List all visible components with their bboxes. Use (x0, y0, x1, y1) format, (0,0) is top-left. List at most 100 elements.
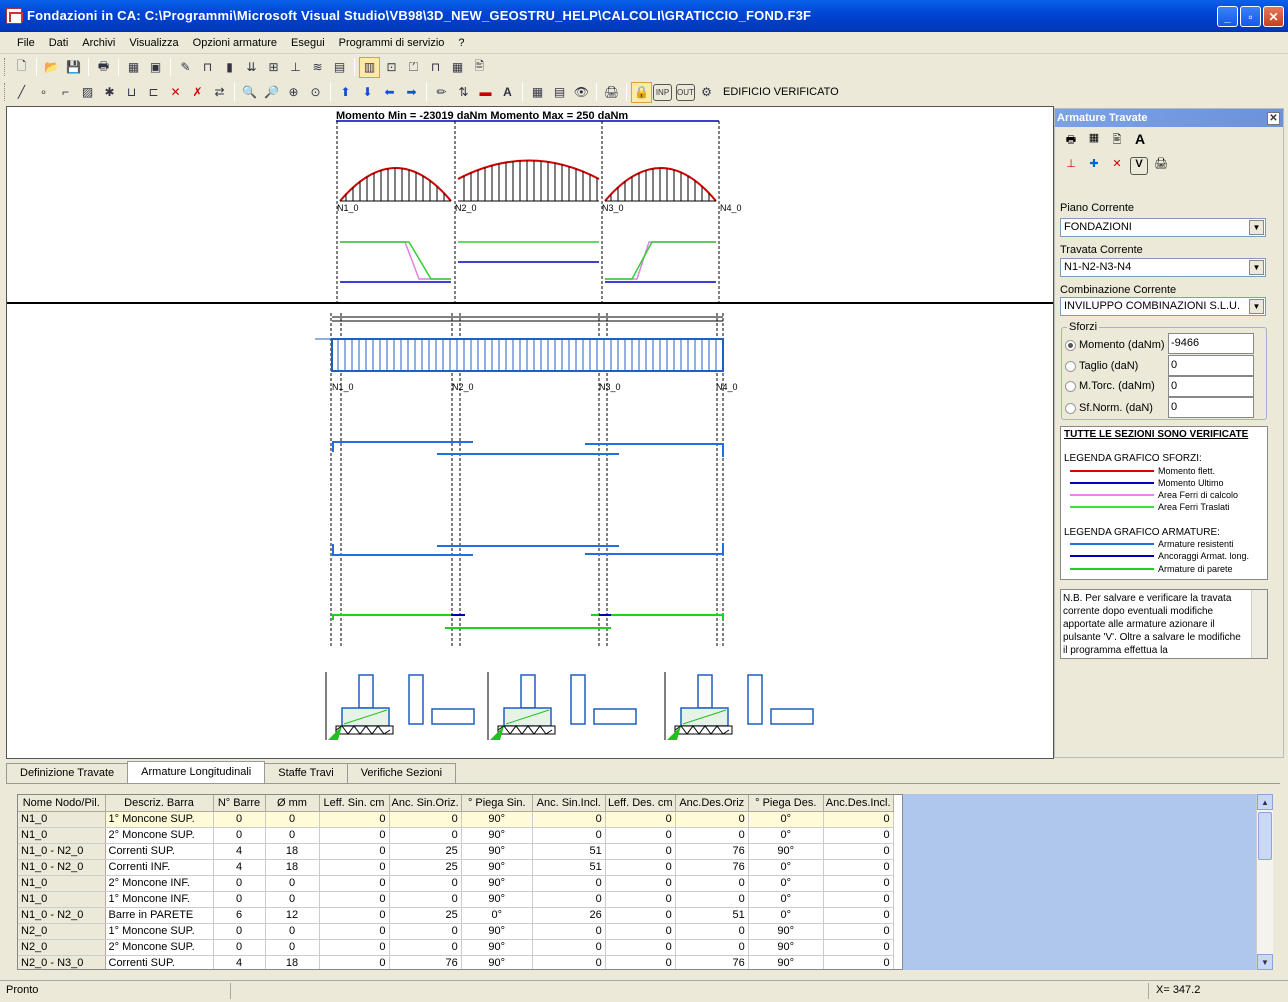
table-row[interactable]: N2_0 1° Moncone SUP. 0 0 0 0 90° 0 0 0 90° 0 (18, 923, 894, 940)
note-textbox[interactable]: N.B. Per salvare e verificare la travata… (1060, 589, 1268, 659)
table-cell[interactable]: 0 (823, 827, 894, 844)
table-row[interactable]: N1_0 - N2_0 Barre in PARETE 6 12 0 25 0° 26 0 51 0… (18, 907, 894, 924)
radio-momento-torcente[interactable]: M.Torc. (daNm) (1065, 380, 1155, 392)
check-icon[interactable]: ⏍ (403, 57, 424, 78)
grid-icon[interactable]: ▦ (527, 82, 548, 103)
text-icon[interactable]: A (497, 82, 518, 103)
table-cell[interactable]: 90° (461, 939, 533, 956)
print-icon[interactable]: 🖶 (1061, 131, 1081, 151)
tab-verifiche-sezioni[interactable]: Verifiche Sezioni (346, 763, 457, 783)
table-cell[interactable]: 0 (605, 923, 676, 940)
table-cell[interactable]: 0 (265, 827, 320, 844)
table-cell[interactable]: 26 (532, 907, 606, 924)
arrow-right-icon[interactable]: ➡ (401, 82, 422, 103)
table-cell[interactable]: 90° (461, 811, 533, 828)
table-cell[interactable]: 0 (319, 875, 390, 892)
column-icon[interactable]: ▮ (219, 57, 240, 78)
table-cell[interactable]: 0 (532, 891, 606, 908)
delete-icon[interactable]: ✕ (165, 82, 186, 103)
scroll-thumb[interactable] (1258, 812, 1272, 860)
menu-dati[interactable]: Dati (42, 37, 76, 49)
menu-help[interactable]: ? (451, 37, 471, 49)
delete-multi-icon[interactable]: ✗ (187, 82, 208, 103)
settings-icon[interactable]: ⚙ (696, 82, 717, 103)
table-cell[interactable]: 0 (532, 955, 606, 969)
table-cell[interactable]: 0 (389, 891, 462, 908)
table-cell[interactable]: 76 (675, 955, 749, 969)
print-icon[interactable]: 🖶 (93, 57, 114, 78)
table-cell[interactable]: 0 (675, 827, 749, 844)
menu-programmi-servizio[interactable]: Programmi di servizio (332, 37, 452, 49)
table-cell[interactable]: 0 (605, 955, 676, 969)
table-cell[interactable]: 0 (823, 955, 894, 969)
table-cell[interactable]: 0 (319, 891, 390, 908)
table-cell[interactable]: 0 (389, 923, 462, 940)
table-cell[interactable]: 0 (265, 875, 320, 892)
zoom-out-icon[interactable]: 🔎 (261, 82, 282, 103)
table-cell[interactable]: 0 (213, 875, 266, 892)
zoom-window-icon[interactable]: ⊕ (283, 82, 304, 103)
table-cell[interactable]: 51 (675, 907, 749, 924)
table-cell[interactable]: 0 (213, 811, 266, 828)
table-cell[interactable]: 0° (748, 859, 824, 876)
column-header[interactable]: Descriz. Barra (105, 795, 214, 812)
color-icon[interactable]: ▬ (475, 82, 496, 103)
table-cell[interactable]: 0 (389, 875, 462, 892)
table-cell[interactable]: N1_0 (18, 875, 106, 892)
view-icon[interactable]: 👁 (571, 82, 592, 103)
insert-bar-icon[interactable]: ✚ (1084, 157, 1104, 177)
table-cell[interactable]: 51 (532, 843, 606, 860)
open-folder-icon[interactable]: 📂 (41, 57, 62, 78)
piano-select[interactable]: FONDAZIONI ▼ (1060, 218, 1266, 237)
column-header[interactable]: Ø mm (265, 795, 320, 812)
table-cell[interactable]: N1_0 (18, 827, 106, 844)
stirrups-icon[interactable]: ⊡ (381, 57, 402, 78)
table-cell[interactable]: 0 (675, 923, 749, 940)
table-cell[interactable]: 90° (748, 843, 824, 860)
table-cell[interactable]: 1° Moncone INF. (105, 891, 214, 908)
table-cell[interactable]: N2_0 - N3_0 (18, 955, 106, 969)
column-header[interactable]: ° Piega Sin. (461, 795, 533, 812)
table-cell[interactable]: N1_0 - N2_0 (18, 859, 106, 876)
table-cell[interactable]: 0° (748, 907, 824, 924)
table-cell[interactable]: N1_0 - N2_0 (18, 907, 106, 924)
document-icon[interactable]: 🖹 (1107, 131, 1127, 151)
table-row[interactable]: N2_0 - N3_0 Correnti SUP. 4 18 0 76 90° 0 0 76 90… (18, 955, 894, 969)
table-cell[interactable]: 0 (319, 843, 390, 860)
table-cell[interactable]: N1_0 (18, 811, 106, 828)
table-cell[interactable]: 25 (389, 843, 462, 860)
layers-icon[interactable]: ⇅ (453, 82, 474, 103)
table-cell[interactable]: 90° (748, 955, 824, 969)
table-cell[interactable]: 0 (605, 843, 676, 860)
table-icon[interactable]: ▤ (549, 82, 570, 103)
table-cell[interactable]: 0 (675, 811, 749, 828)
table-cell[interactable]: 90° (461, 891, 533, 908)
scroll-up-icon[interactable]: ▲ (1257, 794, 1273, 810)
rebar-icon[interactable]: ≋ (307, 57, 328, 78)
table-cell[interactable]: 51 (532, 859, 606, 876)
taglio-value[interactable]: 0 (1168, 355, 1254, 376)
table-cell[interactable]: 0 (605, 875, 676, 892)
table-cell[interactable]: 2° Moncone SUP. (105, 939, 214, 956)
table-cell[interactable]: 1° Moncone SUP. (105, 811, 214, 828)
table-cell[interactable]: 0 (823, 875, 894, 892)
zoom-all-icon[interactable]: ⊙ (305, 82, 326, 103)
radio-sforzo-normale[interactable]: Sf.Norm. (daN) (1065, 402, 1153, 414)
table-cell[interactable]: N2_0 (18, 923, 106, 940)
table-cell[interactable]: 0° (748, 891, 824, 908)
menu-visualizza[interactable]: Visualizza (122, 37, 185, 49)
input-button[interactable]: INP (653, 83, 672, 101)
arrow-left-icon[interactable]: ⬅ (379, 82, 400, 103)
table-cell[interactable]: 0 (675, 939, 749, 956)
table-cell[interactable]: Barre in PARETE (105, 907, 214, 924)
table-cell[interactable]: 0 (605, 827, 676, 844)
table-cell[interactable]: 0 (213, 923, 266, 940)
column-header[interactable]: Anc. Sin.Oriz. (389, 795, 462, 812)
table-cell[interactable]: 0 (823, 923, 894, 940)
table-cell[interactable]: 0 (605, 891, 676, 908)
drawing-area[interactable]: Momento Min = -23019 daNm Momento Max = … (6, 106, 1054, 759)
table-row[interactable]: N1_0 - N2_0 Correnti SUP. 4 18 0 25 90° 51 0 76 9… (18, 843, 894, 860)
save-print-icon[interactable]: 🖨 (1151, 157, 1171, 177)
verify-button[interactable]: V (1130, 157, 1148, 175)
line-icon[interactable]: ╱ (11, 82, 32, 103)
